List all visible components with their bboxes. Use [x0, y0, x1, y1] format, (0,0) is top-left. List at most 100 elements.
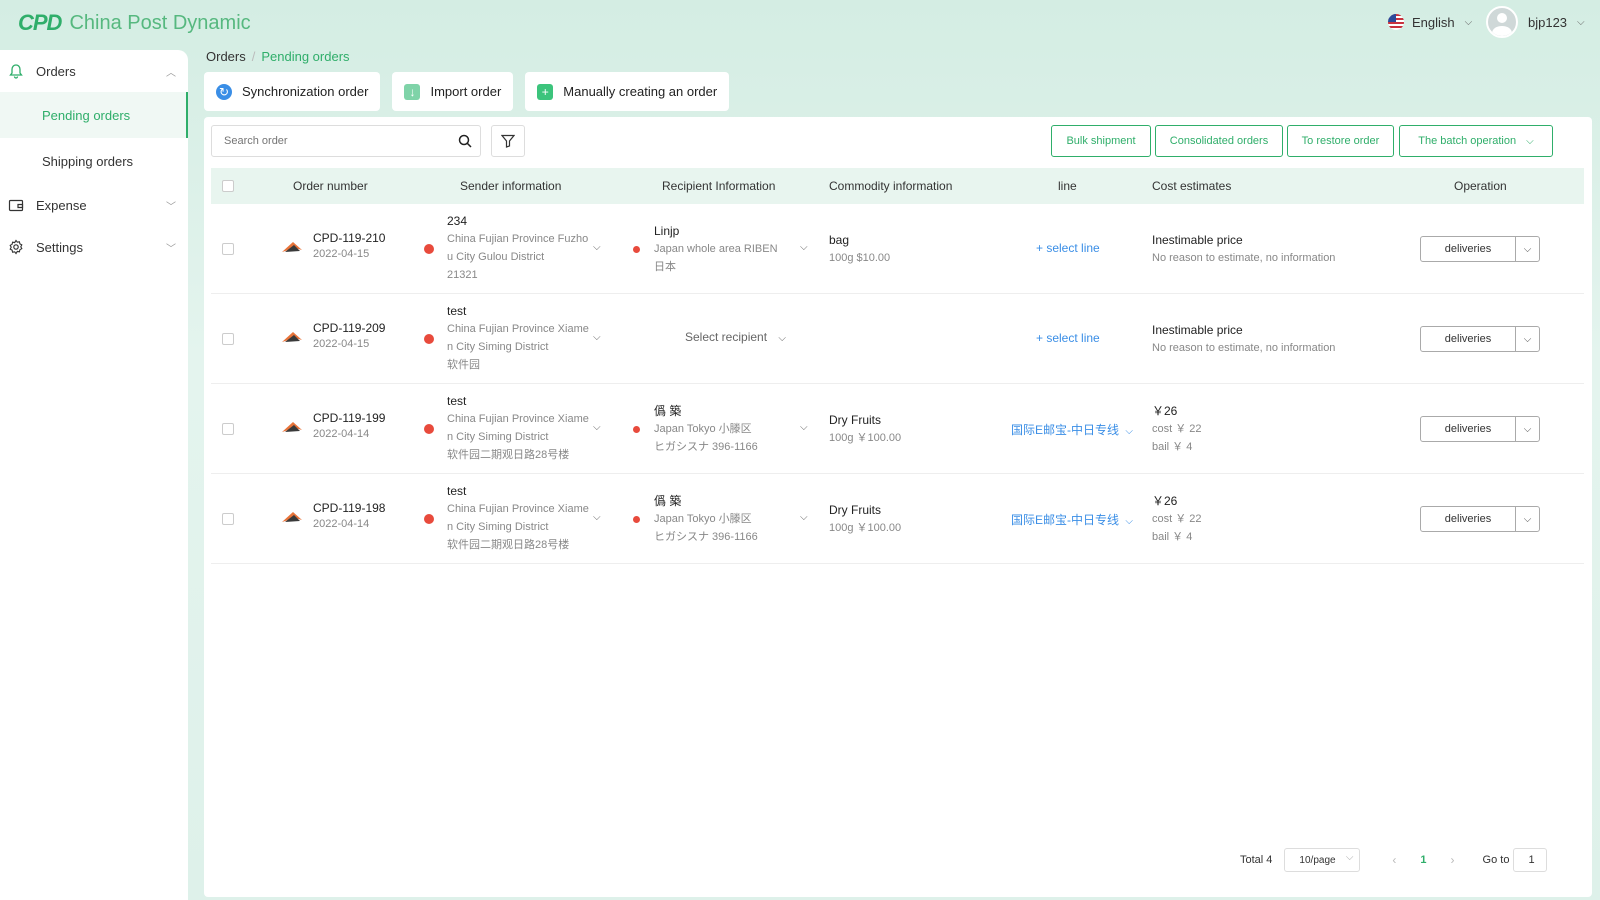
- sender-dropdown-icon[interactable]: ⌵: [593, 242, 601, 253]
- sender-dropdown-icon[interactable]: ⌵: [593, 332, 601, 343]
- chevron-down-icon: ﹀: [166, 202, 176, 213]
- commodity-name: bag: [829, 233, 850, 247]
- row-checkbox[interactable]: [222, 333, 234, 345]
- sender-dropdown-icon[interactable]: ⌵: [593, 512, 601, 523]
- orders-panel: Bulk shipment Consolidated orders To res…: [204, 117, 1592, 897]
- search-icon[interactable]: [458, 134, 472, 148]
- select-recipient-label: Select recipient: [685, 330, 768, 344]
- wallet-icon: [8, 199, 24, 212]
- search-box: [211, 125, 481, 157]
- batch-operation-button[interactable]: The batch operation ⌵: [1399, 125, 1553, 157]
- restore-order-button[interactable]: To restore order: [1287, 125, 1394, 157]
- recipient-name: Linjp: [654, 224, 680, 238]
- cost-title: Inestimable price: [1152, 323, 1243, 337]
- sender-address: China Fujian Province Xiame: [447, 503, 589, 515]
- commodity-detail: 100g ￥100.00: [829, 522, 902, 534]
- deliveries-button[interactable]: deliveries: [1420, 236, 1516, 262]
- plane-icon: [282, 242, 302, 252]
- breadcrumb: Orders / Pending orders: [206, 49, 350, 64]
- table-header: Order number Sender information Recipien…: [211, 168, 1584, 204]
- next-page-icon[interactable]: ›: [1451, 853, 1455, 867]
- deliveries-button[interactable]: deliveries: [1420, 416, 1516, 442]
- search-input[interactable]: [224, 135, 444, 147]
- order-number[interactable]: CPD-119-199: [313, 411, 385, 425]
- status-dot: [424, 244, 434, 254]
- sidebar-group-settings[interactable]: Settings ﹀: [0, 226, 188, 268]
- row-checkbox[interactable]: [222, 513, 234, 525]
- sidebar-group-orders[interactable]: Orders ︿: [0, 50, 188, 92]
- deliveries-dropdown-icon[interactable]: ⌵: [1515, 236, 1540, 262]
- order-number[interactable]: CPD-119-209: [313, 321, 385, 335]
- prev-page-icon[interactable]: ‹: [1392, 853, 1396, 867]
- order-number[interactable]: CPD-119-198: [313, 501, 385, 515]
- page-size-select[interactable]: 10/page: [1284, 848, 1361, 872]
- select-all-checkbox[interactable]: [222, 180, 234, 192]
- breadcrumb-root[interactable]: Orders: [206, 49, 246, 64]
- deliveries-dropdown-icon[interactable]: ⌵: [1515, 416, 1540, 442]
- sidebar-item-shipping-orders[interactable]: Shipping orders: [0, 138, 188, 184]
- shipping-line-selector[interactable]: 国际E邮宝-中日专线 ⌵: [1011, 421, 1133, 438]
- recipient-dropdown-icon[interactable]: ⌵: [800, 422, 808, 433]
- sender-zip: 21321: [447, 269, 478, 281]
- plane-icon: [282, 332, 302, 342]
- sender-address: China Fujian Province Xiame: [447, 323, 589, 335]
- sender-address: n City Siming District: [447, 431, 549, 443]
- page-number[interactable]: 1: [1420, 854, 1426, 866]
- bulk-shipment-button[interactable]: Bulk shipment: [1051, 125, 1151, 157]
- deliveries-button[interactable]: deliveries: [1420, 506, 1516, 532]
- shipping-line-label: 国际E邮宝-中日专线: [1011, 513, 1120, 527]
- recipient-address: ヒガシスナ 396-1166: [654, 441, 758, 453]
- goto-page-input[interactable]: 1: [1513, 848, 1548, 872]
- app-name: China Post Dynamic: [69, 11, 251, 34]
- select-line-link[interactable]: + select line: [1036, 331, 1100, 345]
- avatar: [1486, 6, 1518, 38]
- status-dot: [633, 246, 640, 253]
- order-number[interactable]: CPD-119-210: [313, 231, 385, 245]
- table-row: CPD-119-199 2022-04-14 test China Fujian…: [211, 384, 1584, 474]
- recipient-address: ヒガシスナ 396-1166: [654, 531, 758, 543]
- table-row: CPD-119-209 2022-04-15 test China Fujian…: [211, 294, 1584, 384]
- sender-dropdown-icon[interactable]: ⌵: [593, 422, 601, 433]
- sender-address: China Fujian Province Fuzho: [447, 233, 589, 245]
- chevron-down-icon: ⌵: [1125, 516, 1133, 527]
- filter-button[interactable]: [491, 125, 525, 157]
- manual-create-order-button[interactable]: + Manually creating an order: [525, 72, 730, 111]
- sender-address: n City Siming District: [447, 341, 549, 353]
- order-date: 2022-04-14: [313, 518, 370, 530]
- sender-detail: 软件园: [447, 359, 480, 371]
- recipient-dropdown-icon[interactable]: ⌵: [800, 242, 808, 253]
- import-order-button[interactable]: ↓ Import order: [392, 72, 514, 111]
- user-menu[interactable]: bjp123 ⌵: [1486, 6, 1585, 38]
- deliveries-dropdown-icon[interactable]: ⌵: [1515, 326, 1540, 352]
- sync-order-button[interactable]: ↻ Synchronization order: [204, 72, 381, 111]
- language-selector[interactable]: English ⌵: [1388, 14, 1472, 30]
- cost-detail: cost ￥ 22: [1152, 513, 1202, 525]
- deliveries-button[interactable]: deliveries: [1420, 326, 1516, 352]
- recipient-dropdown-icon[interactable]: ⌵: [800, 512, 808, 523]
- deliveries-dropdown-icon[interactable]: ⌵: [1515, 506, 1540, 532]
- sender-detail: 软件园二期观日路28号楼: [447, 539, 570, 551]
- select-line-link[interactable]: + select line: [1036, 241, 1100, 255]
- shipping-line-selector[interactable]: 国际E邮宝-中日专线 ⌵: [1011, 511, 1133, 528]
- sender-address: u City Gulou District: [447, 251, 545, 263]
- logo-mark: CPD: [18, 10, 62, 35]
- header-recipient: Recipient Information: [662, 179, 776, 193]
- sidebar-item-pending-orders[interactable]: Pending orders: [0, 92, 188, 138]
- commodity-name: Dry Fruits: [829, 413, 881, 427]
- select-recipient-dropdown[interactable]: Select recipient ⌵: [685, 330, 786, 344]
- recipient-name: 僞 築: [654, 494, 682, 508]
- breadcrumb-current: Pending orders: [261, 49, 350, 64]
- sender-name: test: [447, 484, 467, 498]
- logo[interactable]: CPD China Post Dynamic: [18, 10, 251, 36]
- sync-order-label: Synchronization order: [242, 84, 369, 99]
- row-checkbox[interactable]: [222, 243, 234, 255]
- row-checkbox[interactable]: [222, 423, 234, 435]
- commodity-detail: 100g ￥100.00: [829, 432, 902, 444]
- consolidated-orders-button[interactable]: Consolidated orders: [1155, 125, 1283, 157]
- sidebar-item-label: Pending orders: [42, 107, 131, 123]
- chevron-down-icon: ⌵: [1464, 16, 1473, 28]
- gear-icon: [9, 239, 23, 255]
- sidebar-group-expense[interactable]: Expense ﹀: [0, 184, 188, 226]
- action-bar: ↻ Synchronization order ↓ Import order +…: [204, 72, 730, 111]
- cost-title: Inestimable price: [1152, 233, 1243, 247]
